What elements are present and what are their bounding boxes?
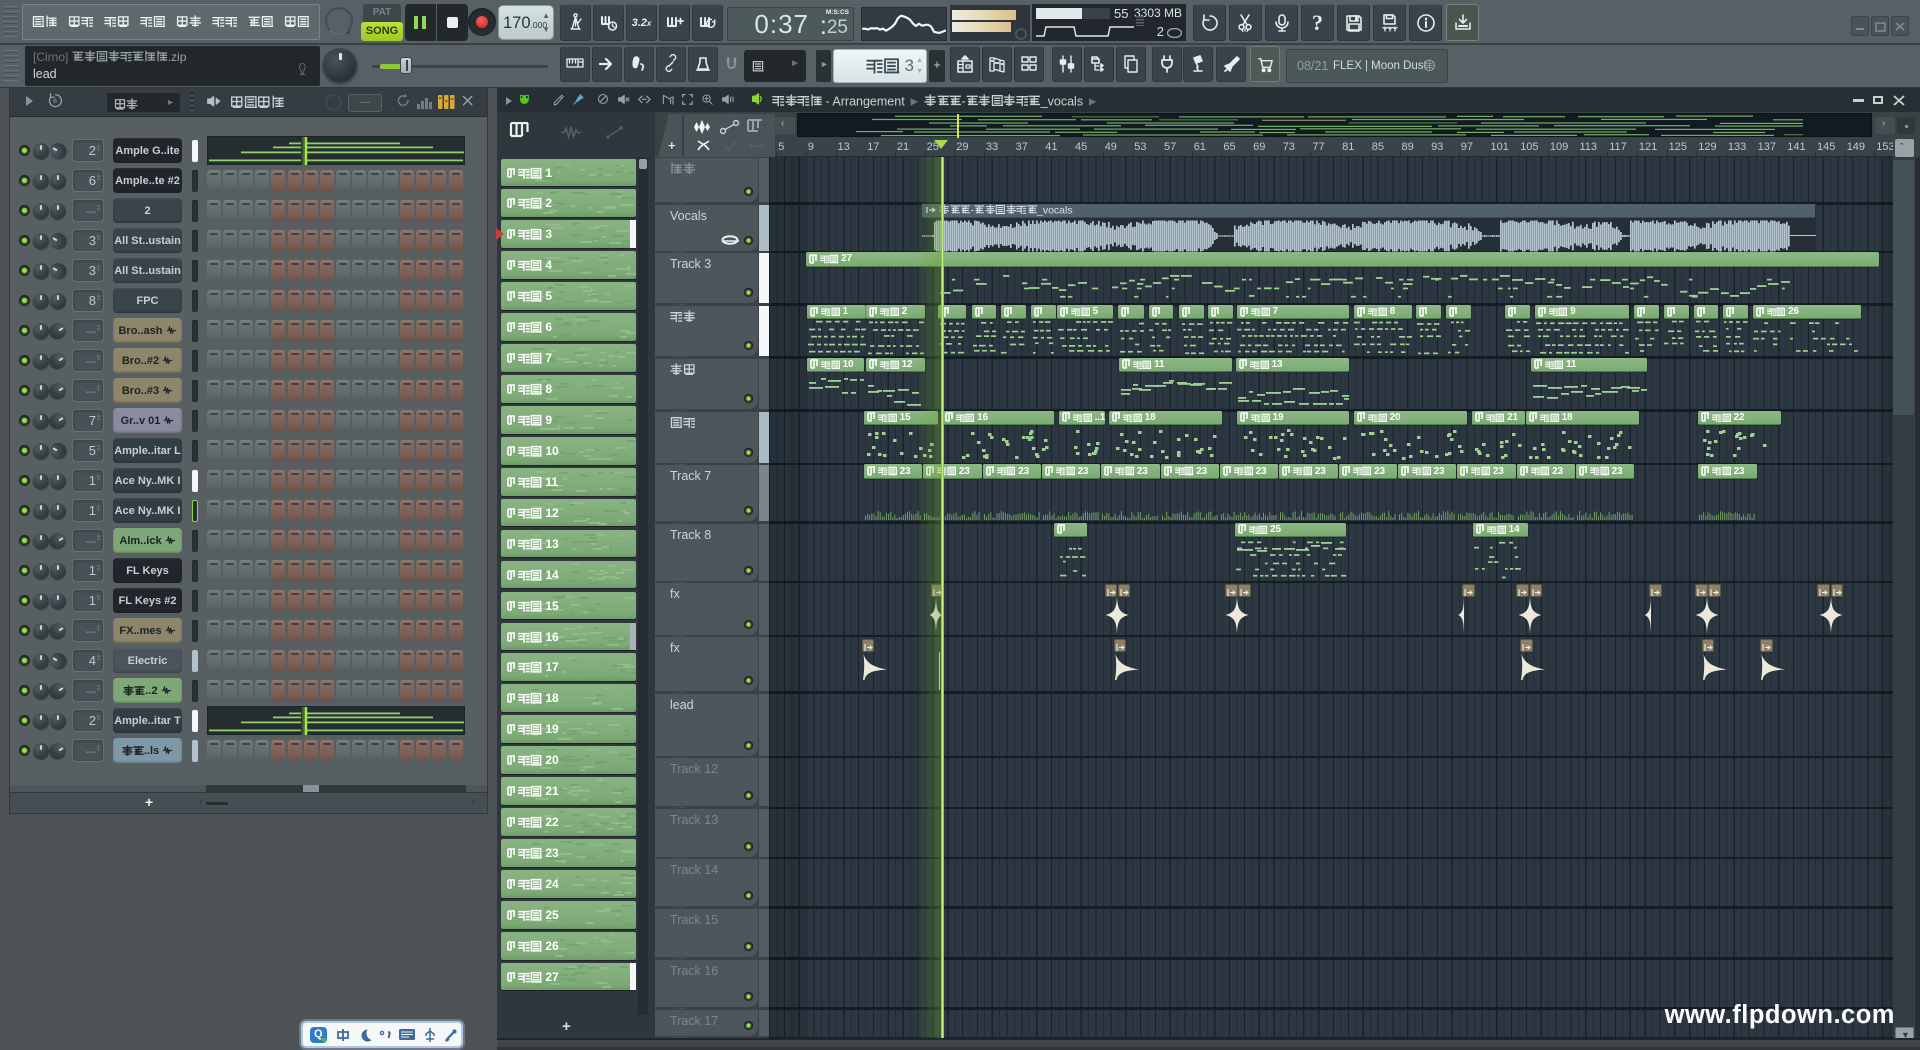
- svg-text:6: 6: [53, 98, 57, 105]
